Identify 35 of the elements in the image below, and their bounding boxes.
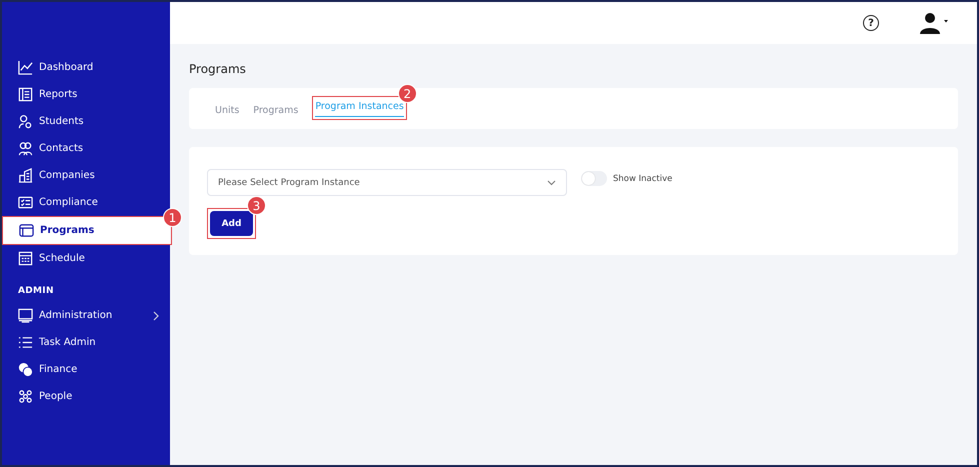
sidebar-item[interactable]: People: [2, 383, 170, 410]
toggle-label: Show Inactive: [613, 174, 672, 184]
calendar-icon: [18, 251, 33, 266]
list-icon: [18, 335, 33, 350]
sidebar-item[interactable]: Task Admin: [2, 329, 170, 356]
sidebar-item[interactable]: Programs: [3, 217, 170, 244]
user-icon: [18, 114, 33, 129]
sidebar-item[interactable]: Reports: [2, 81, 170, 108]
toggle-switch[interactable]: [581, 171, 607, 186]
page-title: Programs: [189, 62, 247, 76]
sidebar-item[interactable]: Companies: [2, 162, 170, 189]
select-field[interactable]: Please Select Program Instance: [207, 169, 567, 196]
callout-badge: 3: [247, 196, 266, 215]
sidebar-item[interactable]: Finance: [2, 356, 170, 383]
sidebar-item[interactable]: Administration: [2, 302, 170, 329]
monitor-icon: [18, 308, 33, 323]
chart-icon: [18, 60, 33, 75]
group-icon: [18, 389, 33, 404]
sidebar-item[interactable]: Students: [2, 108, 170, 135]
browser-icon: [19, 223, 34, 238]
sidebar-item[interactable]: Dashboard: [2, 54, 170, 81]
chevron-right-icon: [152, 310, 160, 320]
coins-icon: [18, 362, 33, 377]
chevron-down-icon: [547, 180, 556, 186]
sidebar-item[interactable]: Contacts: [2, 135, 170, 162]
document-icon: [18, 87, 33, 102]
help-icon[interactable]: ?: [863, 15, 879, 31]
callout-badge: 2: [398, 84, 417, 103]
section-heading: ADMIN: [17, 285, 55, 298]
sidebar-item[interactable]: Schedule: [2, 245, 170, 272]
user-icon[interactable]: [919, 12, 949, 34]
add-button[interactable]: Add: [210, 211, 253, 236]
checklist-icon: [18, 195, 33, 210]
building-icon: [18, 168, 33, 183]
people-icon: [18, 141, 33, 156]
